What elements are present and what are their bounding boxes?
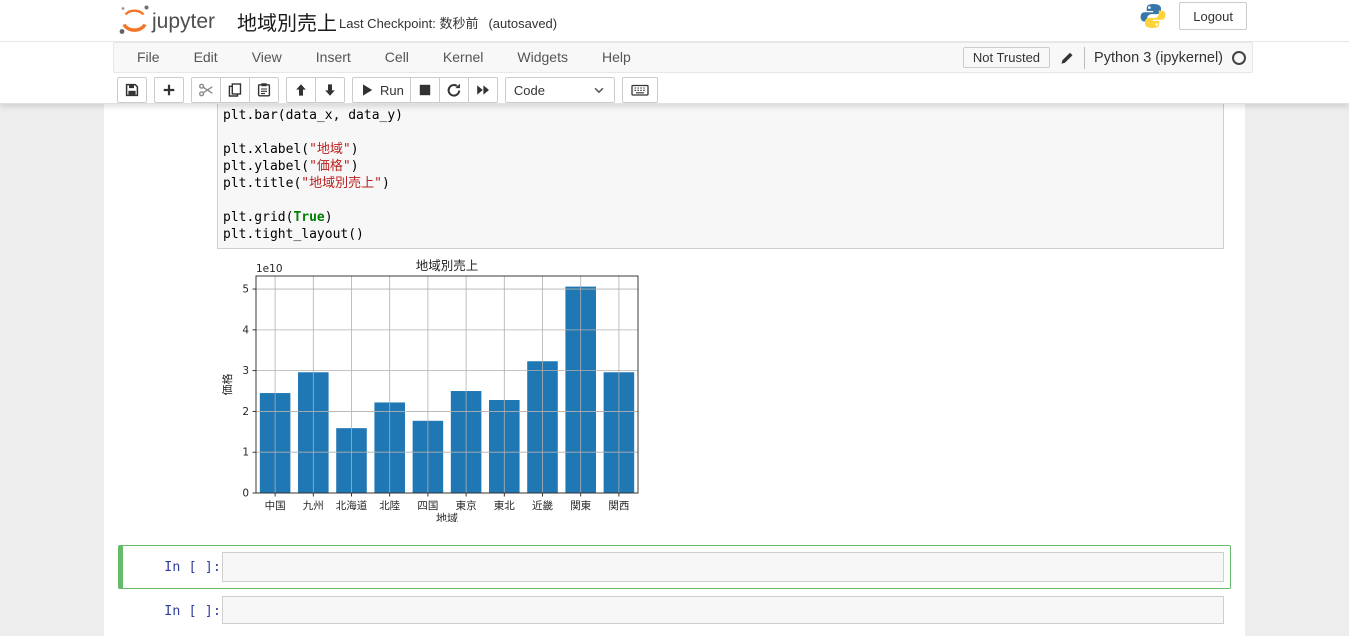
move-down-button[interactable]: [315, 77, 345, 103]
toolbar: Run Code: [117, 77, 658, 103]
empty-code-input[interactable]: [222, 596, 1224, 624]
empty-cell[interactable]: In [ ]:: [118, 595, 1231, 629]
svg-text:1e10: 1e10: [256, 263, 283, 275]
copy-button[interactable]: [220, 77, 250, 103]
menu-cell[interactable]: Cell: [368, 43, 426, 72]
svg-text:東北: 東北: [494, 499, 515, 512]
menu-kernel[interactable]: Kernel: [426, 43, 500, 72]
svg-text:東京: 東京: [456, 499, 477, 512]
input-prompt: In [ ]:: [161, 559, 221, 575]
cut-button[interactable]: [191, 77, 221, 103]
cell-output-figure: 0 1 2 3 4 5 中国 九州北海道北陸 四国 東京 東北 近畿 関東 関西 地域別売上 1e10 地域 価格: [222, 254, 640, 522]
save-icon: [124, 82, 140, 98]
kernel-name[interactable]: Python 3 (ipykernel): [1094, 50, 1223, 66]
bar-chart: 0 1 2 3 4 5 中国 九州北海道北陸 四国 東京 東北 近畿 関東 関西 地域別売上 1e10 地域 価格: [222, 254, 640, 522]
save-button[interactable]: [117, 77, 147, 103]
move-up-button[interactable]: [286, 77, 316, 103]
logout-button[interactable]: Logout: [1179, 2, 1247, 30]
run-label: Run: [380, 83, 404, 98]
checkpoint-status: Last Checkpoint: 数秒前 (autosaved): [339, 13, 567, 32]
svg-text:jupyter: jupyter: [151, 10, 215, 33]
interrupt-icon: [417, 82, 433, 98]
divider: [1084, 47, 1085, 69]
paste-button[interactable]: [249, 77, 279, 103]
restart-icon: [446, 82, 462, 98]
svg-text:九州: 九州: [303, 500, 324, 512]
svg-text:関西: 関西: [608, 500, 629, 512]
chevron-down-icon: [592, 83, 606, 97]
copy-icon: [227, 82, 243, 98]
paste-icon: [256, 82, 272, 98]
move-down-icon: [322, 82, 338, 98]
cell-type-value: Code: [514, 83, 545, 98]
cell-type-dropdown[interactable]: Code: [505, 77, 615, 103]
insert-below-icon: [161, 82, 177, 98]
run-icon: [359, 82, 375, 98]
interrupt-button[interactable]: [410, 77, 440, 103]
svg-text:近畿: 近畿: [532, 499, 553, 512]
insert-below-button[interactable]: [154, 77, 184, 103]
selected-empty-cell[interactable]: In [ ]:: [118, 545, 1231, 589]
restart-button[interactable]: [439, 77, 469, 103]
autosaved-text: (autosaved): [488, 16, 557, 31]
checkpoint-text: Last Checkpoint: 数秒前: [339, 16, 478, 31]
edit-pencil-icon[interactable]: [1059, 50, 1075, 66]
svg-text:価格: 価格: [222, 374, 234, 396]
svg-text:四国: 四国: [417, 500, 438, 512]
menu-edit[interactable]: Edit: [177, 43, 235, 72]
run-button[interactable]: Run: [352, 77, 411, 103]
menu-widgets[interactable]: Widgets: [500, 43, 585, 72]
menu-insert[interactable]: Insert: [299, 43, 368, 72]
menu-bar: FileEditViewInsertCellKernelWidgetsHelp …: [0, 41, 1349, 72]
input-prompt: In [ ]:: [161, 603, 221, 619]
svg-text:北海道: 北海道: [336, 499, 368, 512]
svg-text:2: 2: [242, 406, 249, 418]
svg-text:地域: 地域: [436, 512, 458, 522]
svg-text:5: 5: [242, 284, 249, 296]
svg-text:0: 0: [242, 488, 249, 500]
svg-text:4: 4: [242, 324, 249, 336]
python-logo-icon: [1139, 2, 1167, 30]
trust-status-button[interactable]: Not Trusted: [963, 47, 1050, 68]
notebook-area: plt.bar(data_x, data_y) plt.xlabel("地域")…: [104, 104, 1245, 636]
svg-text:3: 3: [242, 365, 249, 377]
empty-code-input[interactable]: [222, 552, 1224, 582]
menu-view[interactable]: View: [235, 43, 299, 72]
restart-run-all-button[interactable]: [468, 77, 498, 103]
command-palette-button[interactable]: [622, 77, 658, 103]
svg-text:1: 1: [242, 447, 249, 459]
jupyter-logo[interactable]: jupyter: [116, 4, 226, 36]
svg-text:地域別売上: 地域別売上: [416, 258, 479, 273]
header: jupyter 地域別売上 Last Checkpoint: 数秒前 (autos…: [0, 0, 1349, 104]
svg-text:関東: 関東: [570, 499, 591, 512]
move-up-icon: [293, 82, 309, 98]
notebook-title[interactable]: 地域別売上: [237, 7, 337, 36]
kernel-idle-indicator-icon: [1232, 51, 1246, 65]
menu-file[interactable]: File: [120, 43, 177, 72]
svg-text:中国: 中国: [265, 499, 286, 512]
cut-icon: [198, 82, 214, 98]
code-cell-input[interactable]: plt.bar(data_x, data_y) plt.xlabel("地域")…: [217, 104, 1224, 249]
restart-run-all-icon: [475, 82, 491, 98]
svg-text:北陸: 北陸: [379, 499, 400, 512]
keyboard-icon: [631, 82, 649, 98]
menu-help[interactable]: Help: [585, 43, 648, 72]
